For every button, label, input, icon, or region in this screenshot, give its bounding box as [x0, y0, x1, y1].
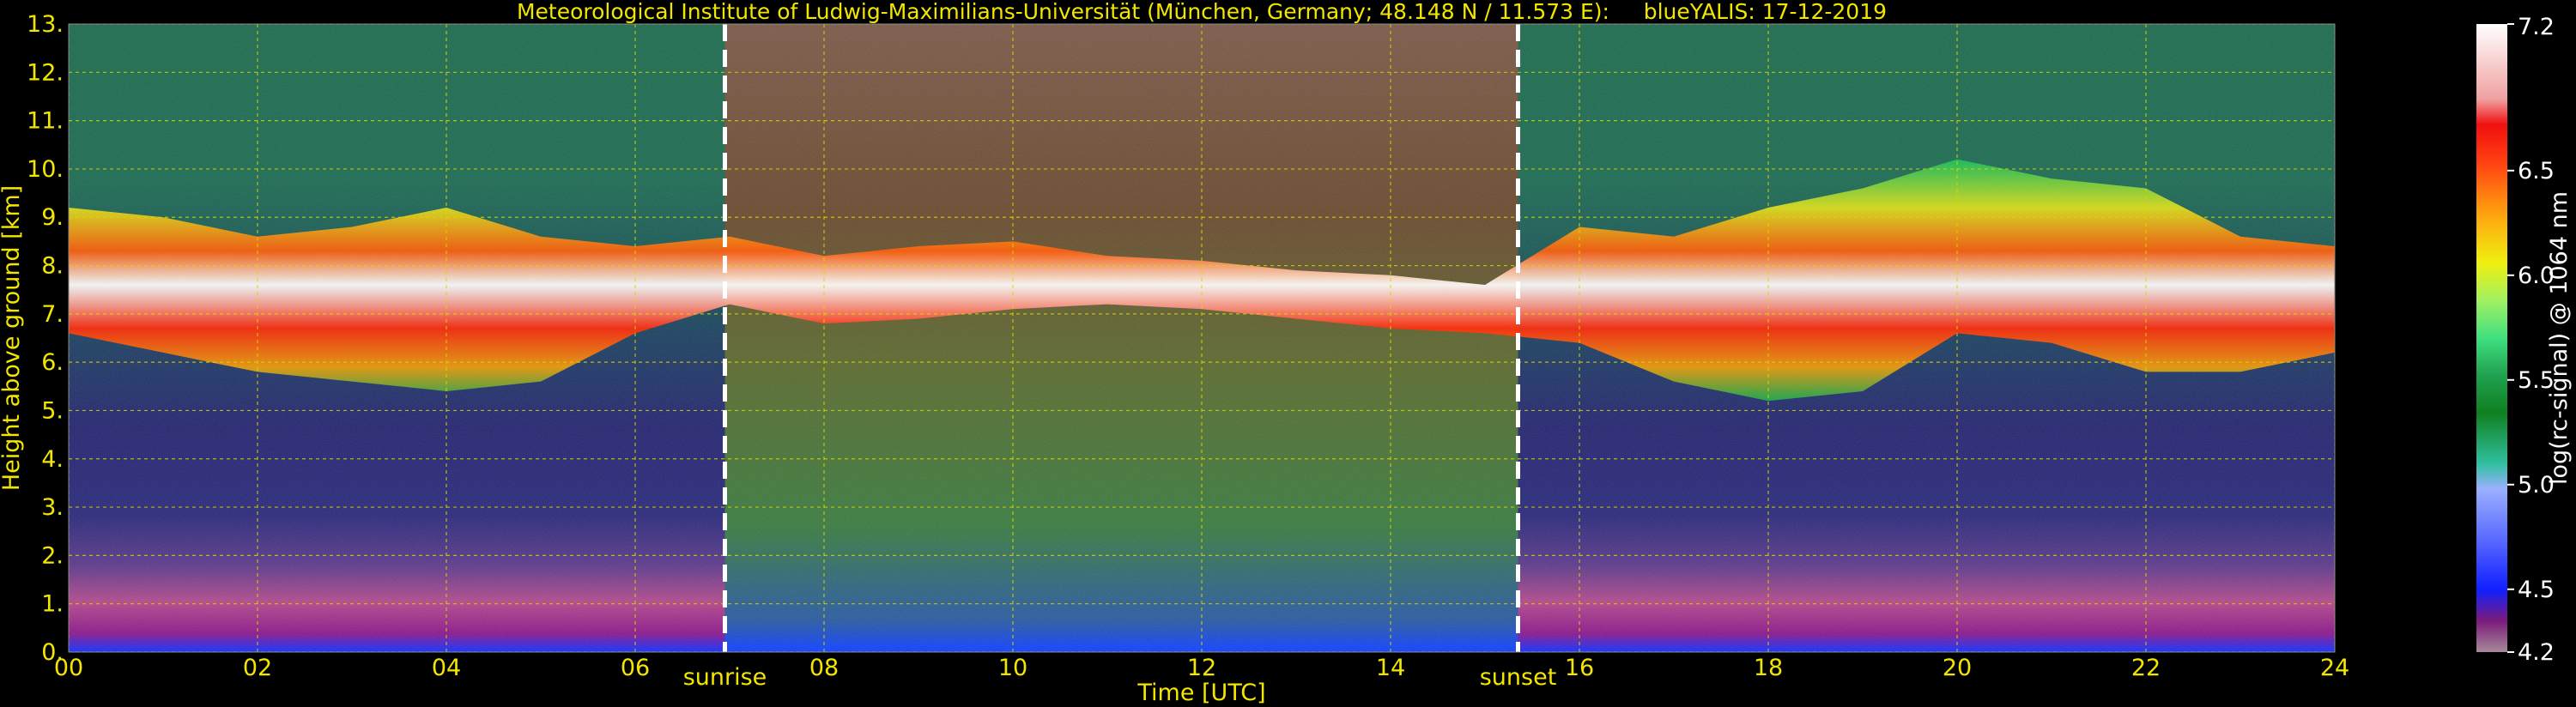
y-tick-label: 0.: [41, 639, 64, 666]
y-tick-label: 13.: [27, 11, 64, 38]
y-tick-label: 9.: [41, 204, 64, 231]
x-tick-label: 12: [1187, 655, 1216, 681]
y-tick-label: 11.: [27, 108, 64, 135]
colorbar-tick-label: 4.5: [2518, 577, 2555, 603]
y-tick-label: 5.: [41, 397, 64, 424]
x-tick-label: 18: [1754, 655, 1783, 681]
colorbar: [2476, 24, 2507, 652]
x-tick-label: 24: [2320, 655, 2349, 681]
colorbar-tick-label: 7.2: [2518, 14, 2555, 40]
y-tick-label: 6.: [41, 349, 64, 376]
x-tick-label: 14: [1376, 655, 1405, 681]
colorbar-label: log(rc-signal) @ 1064 nm: [2546, 191, 2573, 485]
plot-area: [69, 24, 2335, 652]
y-tick-label: 2.: [41, 542, 64, 569]
x-tick-label: 16: [1565, 655, 1594, 681]
sunrise-label: sunrise: [683, 664, 767, 691]
lidar-quicklook-chart: 00 02 04 06 08 10 12 14 16 18 20 22 24 0.1.2.3.4.5.6…: [0, 0, 2573, 706]
x-axis-ticks: 00 02 04 06 08 10 12 14 16 18 20 22 24: [54, 655, 2349, 681]
y-axis-ticks: 0. 1. 2. 3. 4. 5. 6. 7. 8. 9. 10. 11. 12. 13.: [27, 11, 64, 666]
x-tick-label: 06: [621, 655, 650, 681]
y-tick-label: 10.: [27, 156, 64, 183]
y-tick-label: 1.: [41, 591, 64, 618]
x-tick-label: 22: [2131, 655, 2161, 681]
x-tick-label: 10: [998, 655, 1027, 681]
y-tick-label: 12.: [27, 59, 64, 86]
x-axis-label: Time [UTC]: [1136, 680, 1265, 706]
colorbar-tick-label: 4.2: [2518, 639, 2555, 666]
colorbar-tick-label: 6.5: [2518, 158, 2555, 184]
y-tick-label: 7.: [41, 301, 64, 328]
y-tick-label: 8.: [41, 253, 64, 280]
y-axis-label: Height above ground [km]: [0, 185, 25, 491]
y-tick-label: 4.: [41, 446, 64, 473]
chart-title: Meteorological Institute of Ludwig-Maxim…: [517, 0, 1887, 24]
x-tick-label: 04: [432, 655, 461, 681]
x-tick-label: 20: [1943, 655, 1972, 681]
sunset-label: sunset: [1480, 664, 1557, 691]
y-tick-label: 3.: [41, 494, 64, 521]
x-tick-label: 02: [243, 655, 272, 681]
x-tick-label: 08: [809, 655, 839, 681]
